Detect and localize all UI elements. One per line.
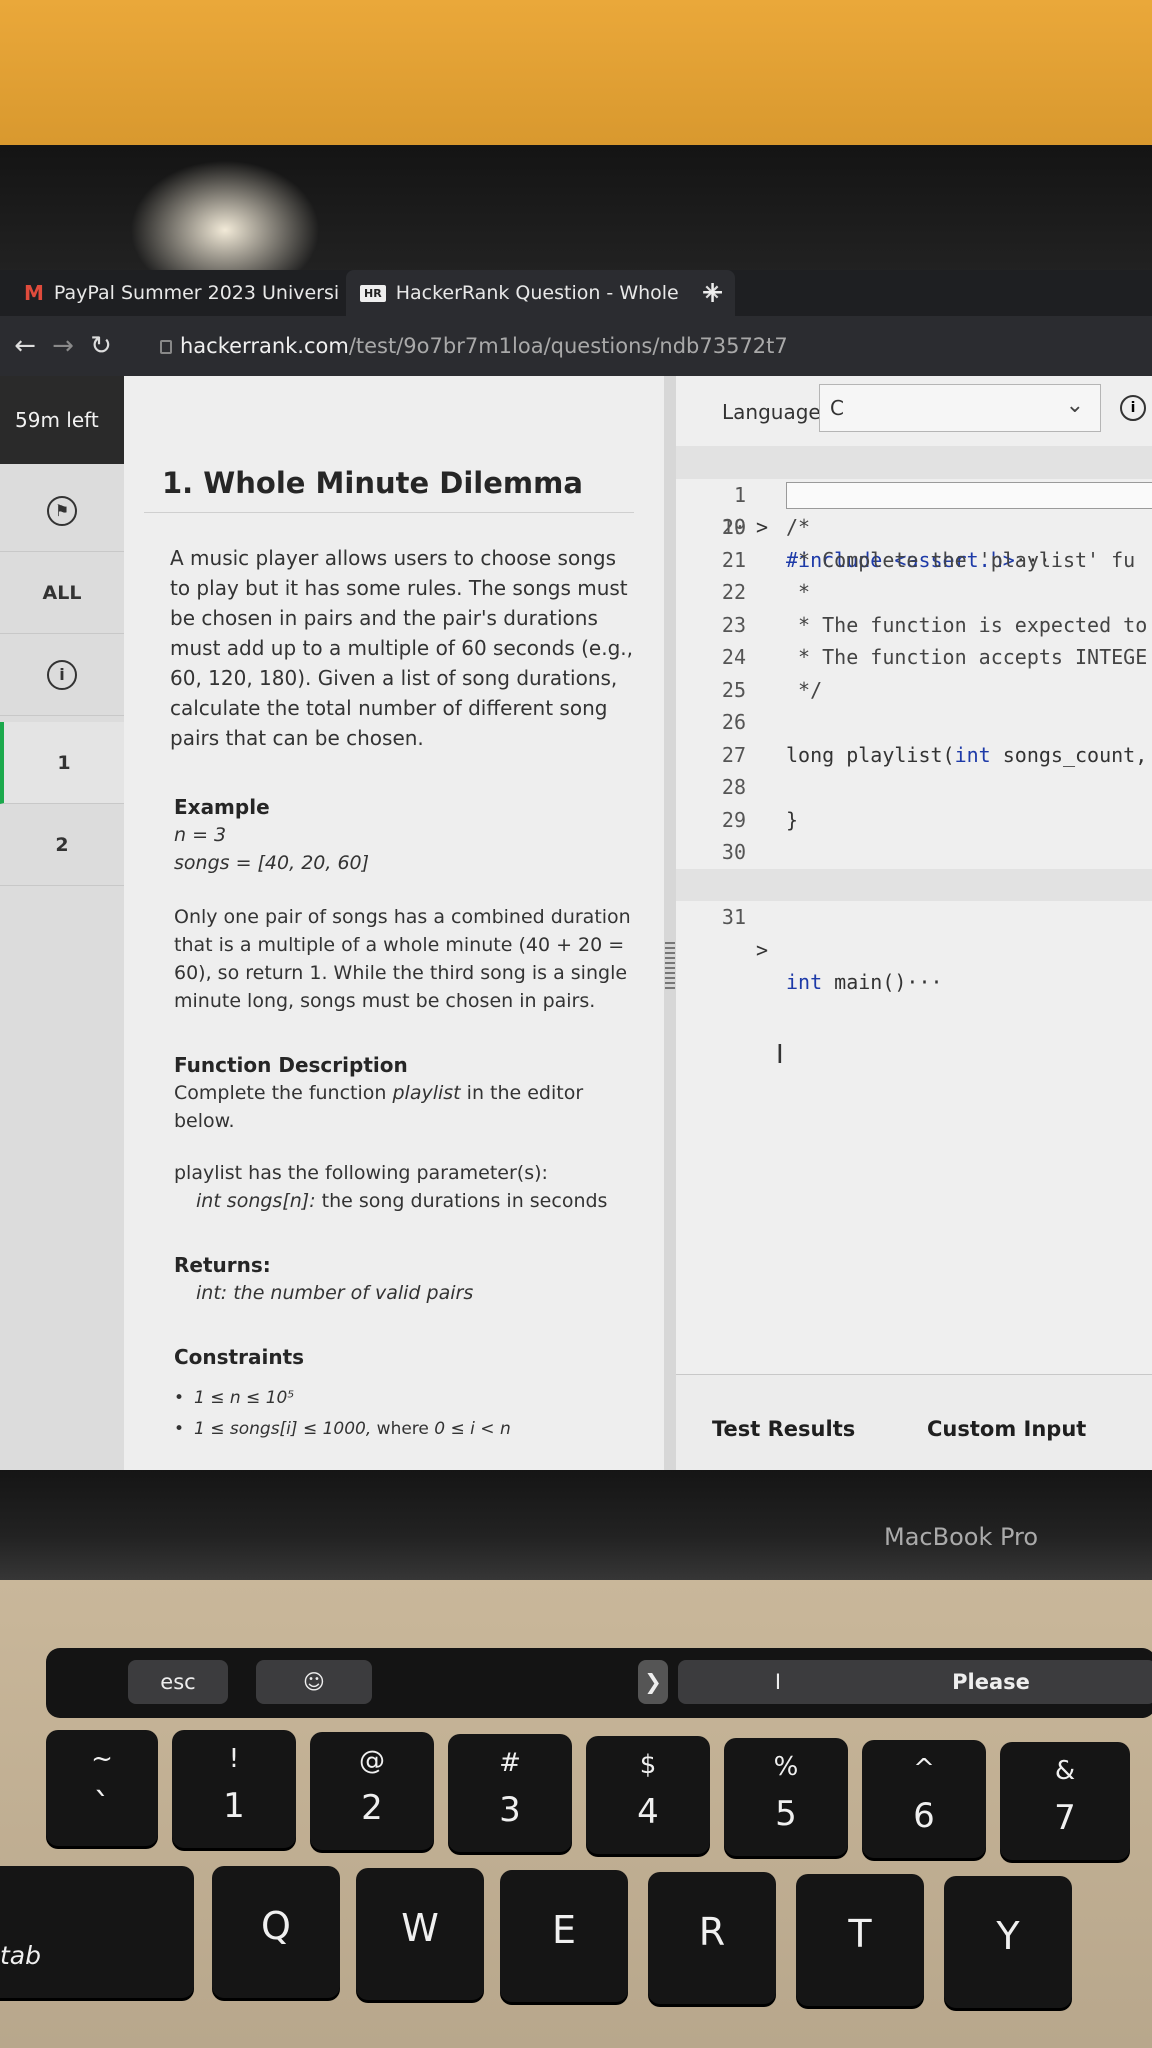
- returns-heading: Returns:: [174, 1253, 271, 1277]
- returns-text: int: the number of valid pairs: [196, 1282, 474, 1304]
- key-5[interactable]: % 5: [724, 1738, 848, 1856]
- constraints-heading: Constraints: [174, 1345, 305, 1369]
- drag-handle-icon[interactable]: [665, 942, 675, 992]
- constraints-list: 1 ≤ n ≤ 10⁵ 1 ≤ songs[i] ≤ 1000, where 0…: [174, 1383, 634, 1445]
- constraint-item: 1 ≤ n ≤ 10⁵: [174, 1383, 634, 1414]
- url-field[interactable]: hackerrank.com/test/9o7br7m1loa/question…: [160, 334, 788, 358]
- key-q[interactable]: Q: [212, 1866, 340, 1998]
- tab-label: HackerRank Question - Whole: [395, 282, 679, 304]
- key-e[interactable]: E: [500, 1870, 628, 2002]
- language-select[interactable]: C ⌄: [819, 384, 1101, 432]
- suggestion-item[interactable]: Please: [886, 1660, 1096, 1704]
- example-n: n = 3: [174, 824, 227, 846]
- sidebar-item-flag[interactable]: ⚑: [0, 470, 124, 552]
- editor-footer: Test Results Custom Input: [676, 1374, 1152, 1470]
- key-t[interactable]: T: [796, 1874, 924, 2006]
- tab-custom-input[interactable]: Custom Input: [927, 1417, 1086, 1441]
- constraint-item: 1 ≤ songs[i] ≤ 1000, where 0 ≤ i < n: [174, 1414, 634, 1445]
- problem-description: A music player allows users to choose so…: [170, 546, 634, 750]
- code-line: 24 * The function accepts INTEGE: [721, 645, 1148, 669]
- browser-tabbar: M PayPal Summer 2023 Universi ✕ HR Hacke…: [0, 270, 1152, 316]
- tab-label: PayPal Summer 2023 Universi: [53, 282, 340, 304]
- param-songs: int songs[n]: the song durations in seco…: [196, 1190, 608, 1212]
- url-path: /test/9o7br7m1loa/questions/ndb73572t7: [348, 334, 788, 358]
- gmail-icon: M: [24, 281, 44, 305]
- touch-bar: esc ☺ ❯ I Please: [46, 1648, 1152, 1718]
- key-4[interactable]: $4: [586, 1736, 710, 1854]
- code-editor-pane: Language C ⌄ i 1 > #include <assert.h>··…: [676, 376, 1152, 1470]
- code-line: 22 *: [721, 580, 811, 604]
- info-icon[interactable]: i: [1120, 395, 1146, 421]
- background-wall: [0, 0, 1152, 150]
- code-line: 1 > #include <assert.h>···: [676, 446, 1152, 572]
- tab-paypal[interactable]: M PayPal Summer 2023 Universi ✕: [10, 270, 396, 316]
- chevron-right-icon[interactable]: ❯: [638, 1660, 668, 1704]
- emoji-icon[interactable]: ☺: [256, 1660, 372, 1704]
- code-line: 29}: [721, 807, 799, 832]
- code-line: 25 */: [721, 677, 823, 702]
- language-label: Language: [722, 400, 821, 424]
- key-tab[interactable]: tab: [0, 1866, 194, 1998]
- key-1[interactable]: ! 1: [172, 1730, 296, 1848]
- code-line: 30: [721, 840, 746, 864]
- problem-title: 1. Whole Minute Dilemma: [144, 466, 634, 513]
- sidebar-item-all[interactable]: ALL: [0, 552, 124, 634]
- back-arrow-icon[interactable]: ←: [6, 331, 44, 361]
- new-tab-button[interactable]: +: [700, 270, 725, 316]
- timer: 59m left: [0, 376, 124, 464]
- function-description-text: Complete the function playlist in the ed…: [174, 1082, 584, 1132]
- brand-label: MacBook Pro: [884, 1523, 1039, 1551]
- tab-test-results[interactable]: Test Results: [712, 1417, 855, 1441]
- pane-divider[interactable]: [664, 376, 676, 1470]
- code-line: 28: [721, 775, 746, 799]
- suggestion-item[interactable]: I: [678, 1660, 878, 1704]
- url-host: hackerrank.com: [180, 334, 349, 358]
- key-y[interactable]: Y: [944, 1876, 1072, 2008]
- key-3[interactable]: #3: [448, 1734, 572, 1852]
- function-name: playlist: [392, 1082, 461, 1104]
- code-line: 27 long playlist(int songs_count,: [721, 742, 1148, 767]
- text-cursor-icon: I: [776, 1040, 784, 1070]
- code-line: 21 * Complete the 'playlist' fu: [721, 547, 1136, 572]
- key-w[interactable]: W: [356, 1868, 484, 2000]
- key-7[interactable]: & 7: [1000, 1742, 1130, 1860]
- sidebar-item-info[interactable]: i: [0, 634, 124, 716]
- key-backtick[interactable]: ~ `: [46, 1730, 158, 1846]
- hackerrank-icon: HR: [360, 284, 386, 302]
- current-line-box: [786, 481, 1152, 509]
- hackerrank-page: 59m left ⚑ ALL i 1 2 1. Whole Minute Dil…: [0, 376, 1152, 1470]
- example-explanation: Only one pair of songs has a combined du…: [174, 906, 631, 1012]
- flag-icon: ⚑: [47, 495, 77, 526]
- code-line: 26: [721, 710, 746, 734]
- key-r[interactable]: R: [648, 1872, 776, 2004]
- forward-arrow-icon[interactable]: →: [44, 331, 82, 361]
- address-bar: ← → ↻ hackerrank.com/test/9o7br7m1loa/qu…: [0, 316, 1152, 376]
- code-line: 31 > int main()···: [676, 868, 1152, 994]
- code-line: 20/*: [721, 515, 811, 539]
- example-songs: songs = [40, 20, 60]: [174, 852, 370, 874]
- esc-key[interactable]: esc: [128, 1660, 228, 1704]
- folded-ellipsis-icon[interactable]: ···: [906, 970, 942, 994]
- problem-statement: 1. Whole Minute Dilemma A music player a…: [124, 376, 664, 1470]
- key-2[interactable]: @2: [310, 1732, 434, 1850]
- example-heading: Example: [174, 795, 270, 819]
- question-sidebar: 59m left ⚑ ALL i 1 2: [0, 376, 124, 1470]
- code-area[interactable]: 1 > #include <assert.h>··· 19 20/* 21 * …: [676, 446, 1152, 994]
- lock-icon: [160, 340, 172, 354]
- code-line: 23 * The function is expected to: [721, 612, 1148, 637]
- sidebar-item-question-1[interactable]: 1: [0, 722, 124, 804]
- code-line: 19: [676, 479, 1152, 539]
- function-description-heading: Function Description: [174, 1053, 408, 1077]
- chevron-down-icon: ⌄: [1065, 393, 1084, 418]
- params-intro: playlist has the following parameter(s):: [174, 1162, 548, 1184]
- sidebar-item-question-2[interactable]: 2: [0, 804, 124, 886]
- fold-arrow-icon[interactable]: >: [756, 934, 768, 967]
- info-icon: i: [47, 659, 77, 690]
- key-6[interactable]: ^ 6: [862, 1740, 986, 1858]
- reload-icon[interactable]: ↻: [82, 331, 120, 361]
- tab-hackerrank[interactable]: HR HackerRank Question - Whole ✕: [346, 270, 736, 316]
- language-value: C: [830, 396, 844, 420]
